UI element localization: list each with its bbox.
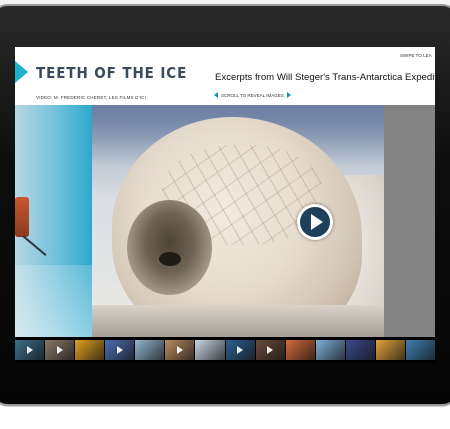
video-credit: VIDEO: M. FREDERIC CHERET, LES FILMS D'I… [36,95,147,100]
app-header: TEETH OF THE ICE VIDEO: M. FREDERIC CHER… [15,47,435,105]
snow-ground [15,265,92,337]
filmstrip-thumbnail[interactable] [406,340,435,360]
thumbnail-play-icon [26,346,33,354]
accent-flag-icon [15,61,28,83]
thumbnail-filmstrip [15,340,435,360]
filmstrip-thumbnail[interactable] [345,340,375,360]
dog-face [127,200,212,295]
filmstrip-thumbnail[interactable] [105,340,135,360]
arrow-left-icon[interactable] [214,92,218,98]
filmstrip-thumbnail[interactable] [165,340,195,360]
filmstrip-thumbnail[interactable] [225,340,255,360]
filmstrip-thumbnail[interactable] [15,340,45,360]
previous-image-panel[interactable] [15,105,92,337]
filmstrip-thumbnail[interactable] [195,340,225,360]
dog-nose [159,252,181,266]
filmstrip-thumbnail[interactable] [375,340,406,360]
thumbnail-play-icon [56,346,63,354]
play-icon[interactable] [311,214,323,230]
swipe-hint: SWIPE TO LEA [400,53,432,58]
thumbnail-play-icon [176,346,183,354]
video-carousel[interactable] [15,105,435,337]
filmstrip-thumbnail[interactable] [255,340,285,360]
explorer-figure [15,197,29,237]
sled-pole [22,235,47,257]
thumbnail-play-icon [237,346,244,354]
thumbnail-play-icon [116,346,123,354]
next-image-panel[interactable] [384,105,435,337]
tablet-screen: TEETH OF THE ICE VIDEO: M. FREDERIC CHER… [15,47,435,363]
thumbnail-play-icon [267,346,274,354]
snow-floor [92,305,384,337]
app-logo-title: TEETH OF THE ICE [36,64,188,82]
filmstrip-thumbnail[interactable] [75,340,105,360]
arrow-right-icon[interactable] [286,92,291,98]
video-frame[interactable] [92,105,384,337]
play-button[interactable] [297,204,333,240]
filmstrip-thumbnail[interactable] [285,340,315,360]
filmstrip-thumbnail[interactable] [135,340,165,360]
scroll-hint[interactable]: SCROLL TO REVEAL IMAGES [214,92,291,98]
page-subtitle: Excerpts from Will Steger's Trans-Antarc… [215,72,435,83]
filmstrip-thumbnail[interactable] [45,340,75,360]
scroll-hint-label: SCROLL TO REVEAL IMAGES [221,92,284,98]
filmstrip-thumbnail[interactable] [315,340,345,360]
